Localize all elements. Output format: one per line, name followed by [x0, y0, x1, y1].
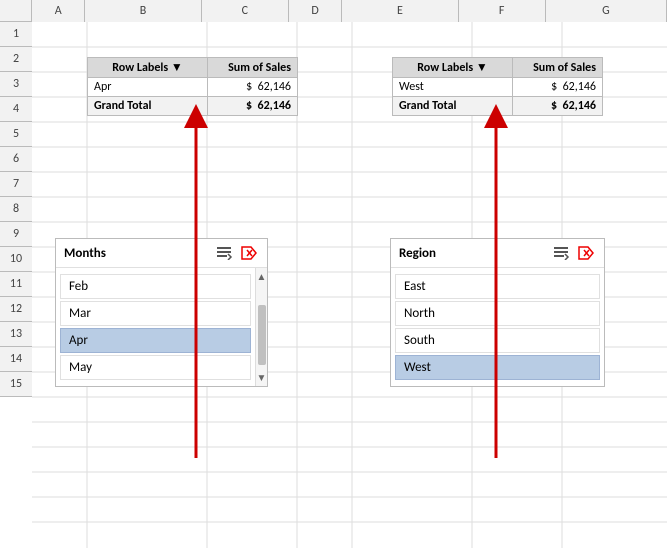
slicer-months-header: Months: [56, 239, 267, 268]
slicer-months-multiselect-icon[interactable]: [215, 244, 235, 262]
col-header-b[interactable]: B: [85, 0, 201, 22]
slicer-region-title: Region: [399, 246, 436, 261]
slicer-region: Region East North South West: [390, 238, 605, 387]
slicer-scroll-thumb[interactable]: [258, 305, 266, 365]
col-header-a[interactable]: A: [32, 0, 85, 22]
pivot-right-sum-header: Sum of Sales: [513, 58, 603, 78]
col-header-f[interactable]: F: [459, 0, 546, 22]
slicer-region-icons: [552, 244, 596, 262]
pivot-right-grand-total-value: $ 62,146: [513, 97, 603, 116]
row-header-3[interactable]: 3: [0, 72, 32, 97]
slicer-region-item-south[interactable]: South: [395, 328, 600, 353]
row-header-2[interactable]: 2: [0, 47, 32, 72]
pivot-right-row-west: West: [393, 78, 513, 97]
row-header-13[interactable]: 13: [0, 322, 32, 347]
slicer-region-item-north[interactable]: North: [395, 301, 600, 326]
pivot-left-filter-icon[interactable]: ▼: [171, 61, 183, 75]
row-header-11[interactable]: 11: [0, 272, 32, 297]
pivot-right-filter-icon[interactable]: ▼: [476, 61, 488, 75]
slicer-region-header: Region: [391, 239, 604, 268]
slicer-months-item-mar[interactable]: Mar: [60, 301, 251, 326]
row-header-8[interactable]: 8: [0, 197, 32, 222]
row-header-1[interactable]: 1: [0, 22, 32, 47]
row-header-7[interactable]: 7: [0, 172, 32, 197]
row-headers: 1 2 3 4 5 6 7 8 9 10 11 12 13 14 15: [0, 22, 32, 397]
row-header-12[interactable]: 12: [0, 297, 32, 322]
row-header-9[interactable]: 9: [0, 222, 32, 247]
col-header-e[interactable]: E: [342, 0, 458, 22]
col-header-d[interactable]: D: [289, 0, 342, 22]
slicer-months-clear-icon[interactable]: [239, 244, 259, 262]
slicer-region-item-east[interactable]: East: [395, 274, 600, 299]
slicer-months-item-may[interactable]: May: [60, 355, 251, 380]
pivot-left-grand-total-value: $ 62,146: [208, 97, 298, 116]
slicer-months-list: Feb Mar Apr May ▲ ▼: [56, 268, 267, 386]
pivot-left-row-apr: Apr: [88, 78, 208, 97]
slicer-months-item-feb[interactable]: Feb: [60, 274, 251, 299]
slicer-scroll-up-icon[interactable]: ▲: [256, 270, 267, 283]
slicer-months-scrollbar[interactable]: ▲ ▼: [255, 268, 267, 386]
row-header-5[interactable]: 5: [0, 122, 32, 147]
row-header-4[interactable]: 4: [0, 97, 32, 122]
slicer-region-list: East North South West: [391, 268, 604, 386]
slicer-scroll-down-icon[interactable]: ▼: [256, 371, 267, 384]
slicer-months-icons: [215, 244, 259, 262]
column-headers: A B C D E F G: [0, 0, 667, 22]
col-header-g[interactable]: G: [546, 0, 667, 22]
pivot-left-sum-header: Sum of Sales: [208, 58, 298, 78]
col-header-c[interactable]: C: [202, 0, 289, 22]
pivot-right-row-label-header: Row Labels ▼: [393, 58, 513, 78]
row-header-10[interactable]: 10: [0, 247, 32, 272]
slicer-months-title: Months: [64, 246, 106, 261]
spreadsheet: A B C D E F G 1 2 3 4 5 6 7 8 9 10 11 12…: [0, 0, 667, 548]
pivot-right-grand-total-label: Grand Total: [393, 97, 513, 116]
pivot-left-row-label-header: Row Labels ▼: [88, 58, 208, 78]
pivot-left-value-apr: $ 62,146: [208, 78, 298, 97]
pivot-right-value-west: $ 62,146: [513, 78, 603, 97]
pivot-left-grand-total-label: Grand Total: [88, 97, 208, 116]
row-header-15[interactable]: 15: [0, 372, 32, 397]
slicer-months-item-apr[interactable]: Apr: [60, 328, 251, 353]
row-header-6[interactable]: 6: [0, 147, 32, 172]
pivot-table-left: Row Labels ▼ Sum of Sales Apr $ 62,146 G…: [87, 57, 298, 116]
slicer-region-clear-icon[interactable]: [576, 244, 596, 262]
slicer-region-multiselect-icon[interactable]: [552, 244, 572, 262]
pivot-table-right: Row Labels ▼ Sum of Sales West $ 62,146 …: [392, 57, 603, 116]
slicer-months: Months Feb Mar Apr May ▲ ▼: [55, 238, 268, 387]
corner-cell: [0, 0, 32, 21]
slicer-region-item-west[interactable]: West: [395, 355, 600, 380]
row-header-14[interactable]: 14: [0, 347, 32, 372]
